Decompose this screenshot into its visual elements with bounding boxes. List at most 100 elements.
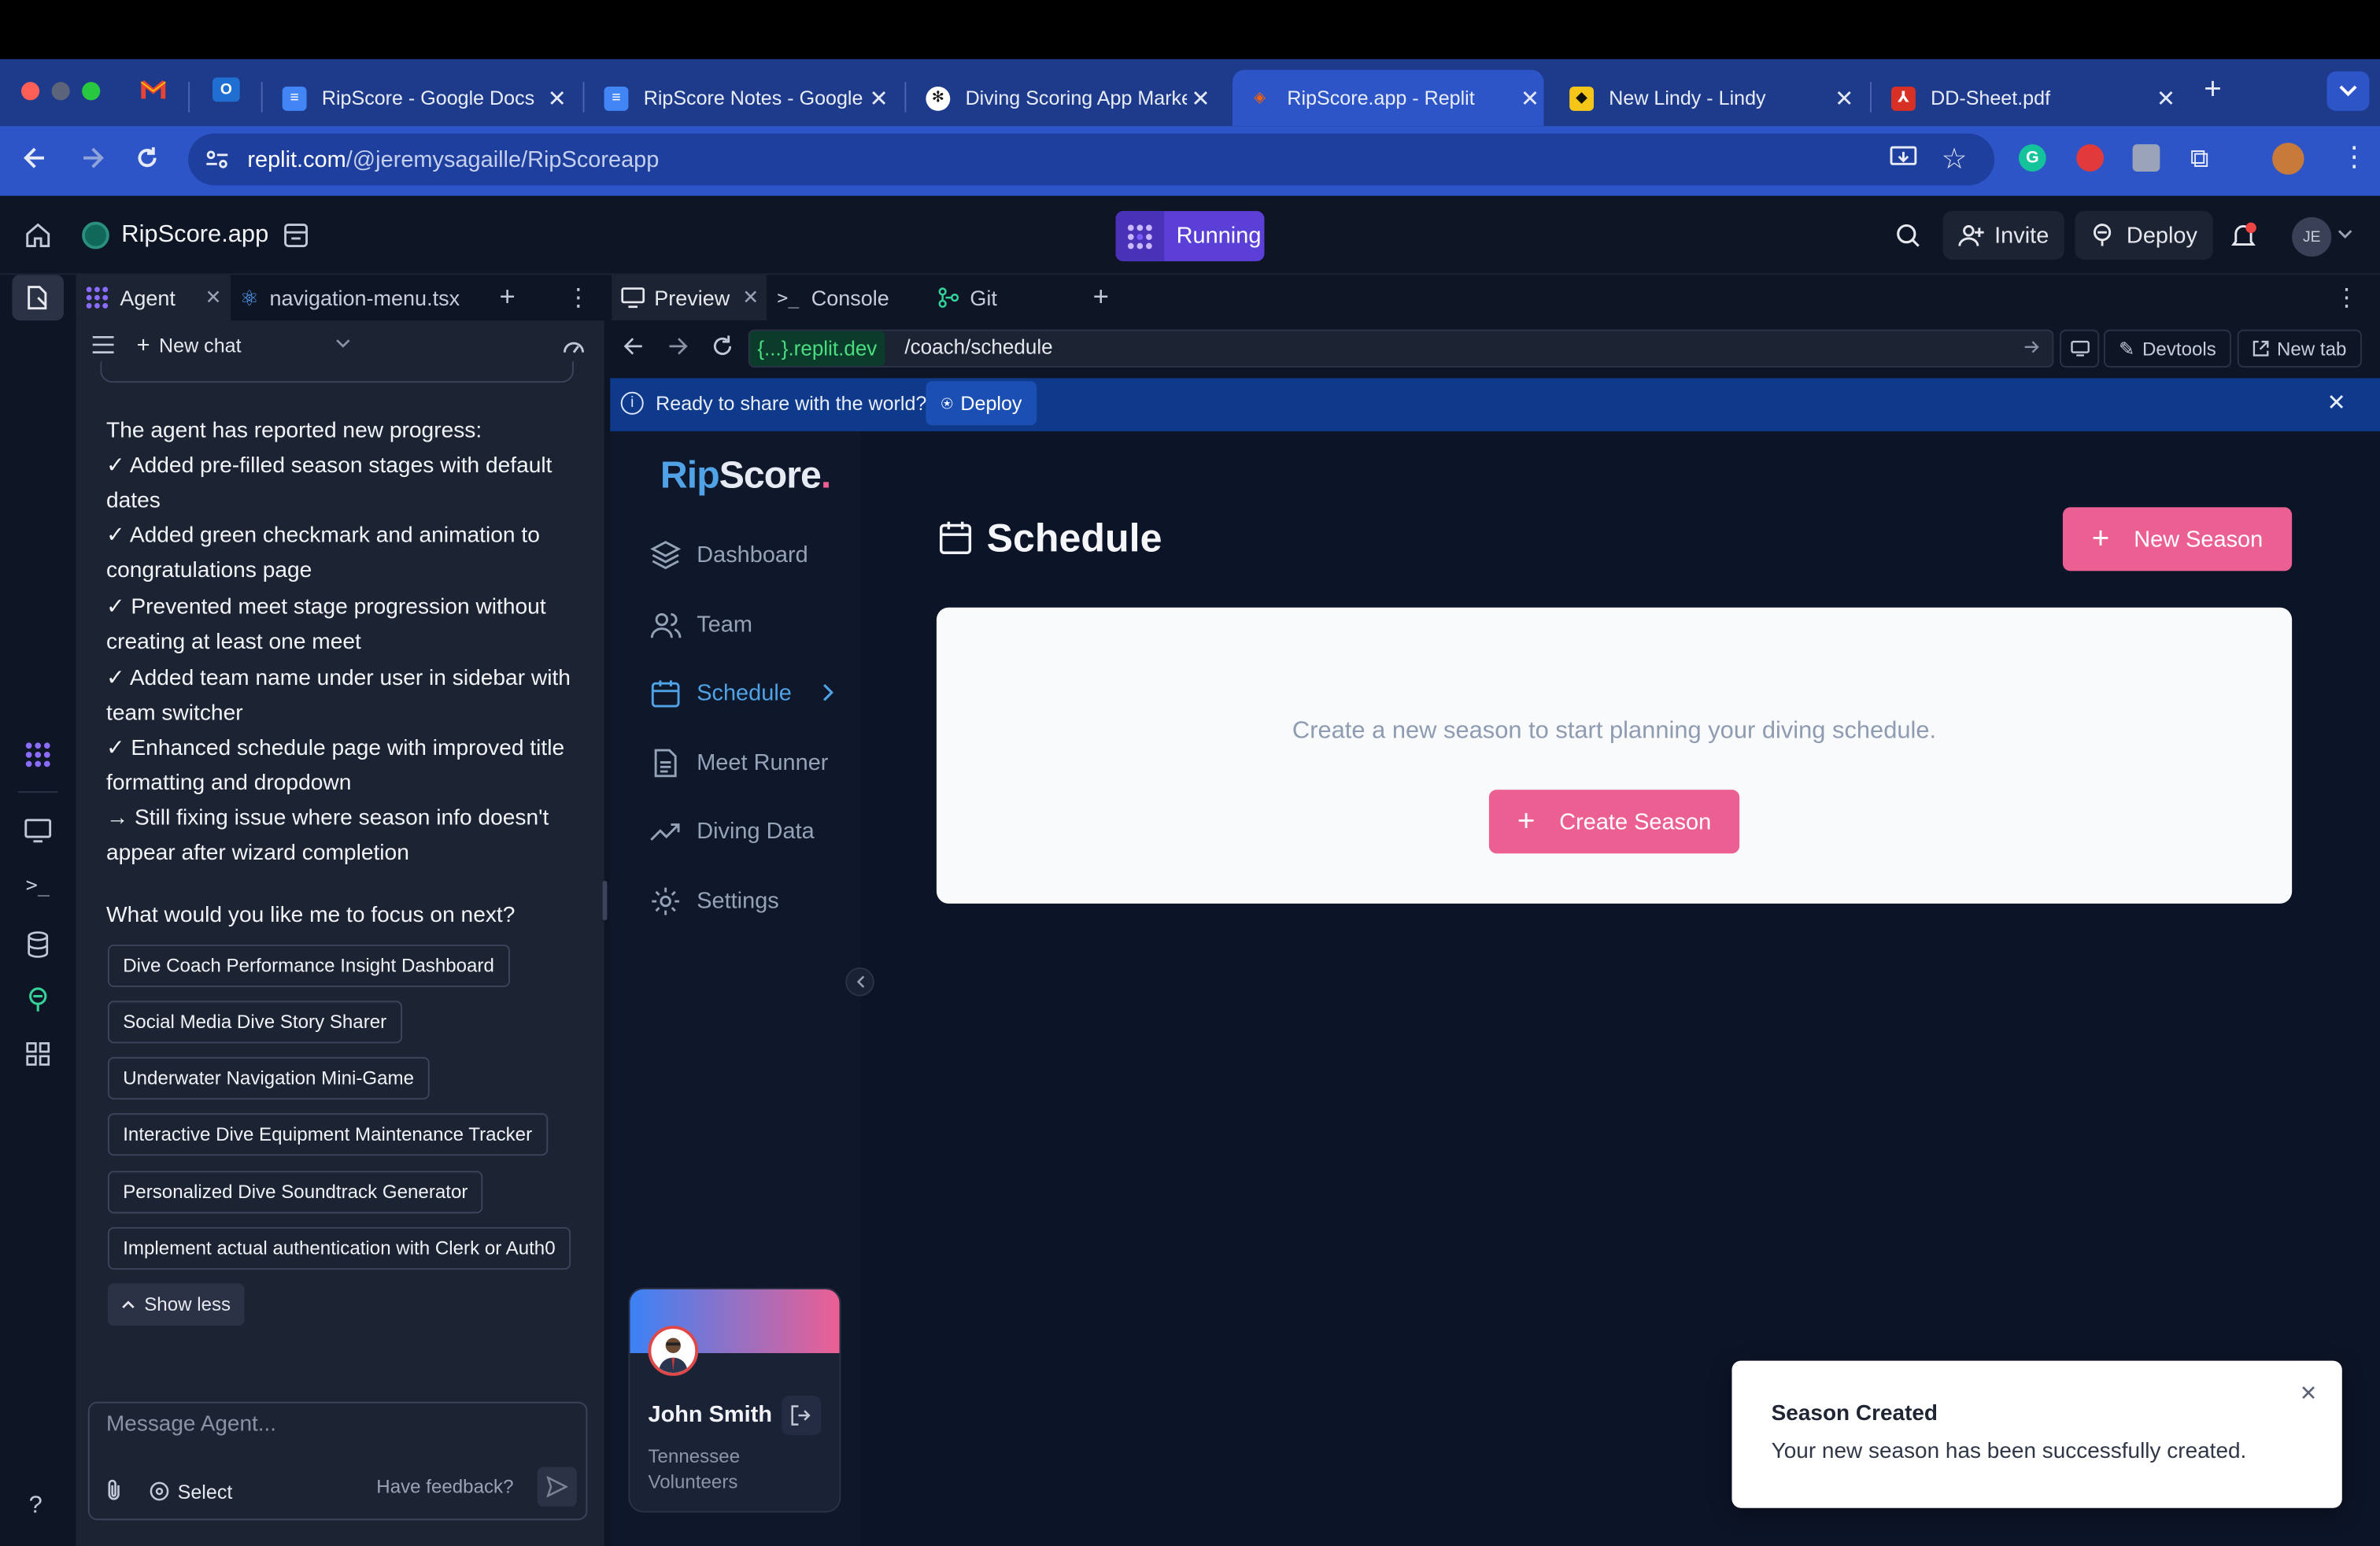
banner-deploy-button[interactable]: ⍟ Deploy — [926, 381, 1037, 426]
preview-domain-badge[interactable]: {...}.replit.dev — [749, 331, 885, 366]
preview-reload-icon[interactable] — [711, 334, 735, 358]
preview-forward-icon[interactable] — [668, 335, 689, 357]
maximize-window-icon[interactable] — [82, 82, 101, 101]
logout-button[interactable] — [782, 1395, 822, 1436]
suggestion-chip[interactable]: Personalized Dive Soundtrack Generator — [107, 1171, 483, 1214]
file-tree-icon[interactable] — [283, 222, 310, 250]
attach-paperclip-icon[interactable] — [103, 1478, 124, 1502]
site-info-icon[interactable] — [203, 146, 231, 173]
pane-menu-icon[interactable]: ⋮ — [566, 283, 590, 313]
select-element-button[interactable]: Select — [149, 1478, 232, 1505]
close-tab-icon[interactable]: ✕ — [205, 286, 222, 310]
open-new-tab-button[interactable]: New tab — [2237, 329, 2362, 368]
close-window-icon[interactable] — [20, 82, 40, 101]
add-pane-tab-icon[interactable]: + — [1093, 281, 1109, 313]
tab-agent[interactable]: Agent ✕ — [76, 275, 231, 321]
pane-resize-handle[interactable] — [602, 880, 608, 921]
browser-menu-icon[interactable]: ⋮ — [2341, 142, 2368, 170]
profile-avatar[interactable] — [2272, 142, 2304, 175]
tab-console[interactable]: >_ Console — [777, 275, 889, 320]
search-icon[interactable] — [1894, 222, 1922, 250]
tab-navigation-menu[interactable]: ⚛ navigation-menu.tsx — [234, 275, 460, 320]
nav-dashboard[interactable]: Dashboard — [649, 531, 808, 577]
send-message-button[interactable] — [537, 1466, 577, 1507]
new-chat-chevron-down-icon[interactable] — [335, 338, 350, 350]
close-tab-icon[interactable]: ✕ — [1831, 84, 1858, 112]
nav-team[interactable]: Team — [649, 601, 752, 647]
extension-gray-icon[interactable] — [2132, 144, 2160, 172]
ripscore-logo[interactable]: RipScore. — [660, 454, 831, 498]
close-tab-icon[interactable]: ✕ — [543, 84, 571, 112]
forward-icon[interactable] — [79, 144, 106, 172]
tab-git[interactable]: Git — [938, 275, 997, 320]
preview-pane-menu-icon[interactable]: ⋮ — [2334, 283, 2359, 313]
grammarly-icon[interactable]: G — [2018, 144, 2046, 172]
tab-ripscore-docs[interactable]: ≡ RipScore - Google Docs ✕ — [267, 70, 571, 126]
new-tab-icon[interactable]: + — [2204, 73, 2222, 108]
tab-dd-sheet[interactable]: ⅄ DD-Sheet.pdf ✕ — [1876, 70, 2180, 126]
gmail-icon[interactable] — [139, 79, 167, 100]
close-toast-icon[interactable]: ✕ — [2300, 1381, 2318, 1407]
run-status-button[interactable]: Running — [1115, 211, 1265, 261]
preview-go-arrow-icon[interactable] — [2023, 338, 2040, 355]
invite-button[interactable]: Invite — [1942, 211, 2064, 260]
add-tab-icon[interactable]: + — [499, 281, 515, 313]
all-tools-grid-icon[interactable] — [26, 1041, 50, 1066]
agent-settings-gauge-icon[interactable] — [562, 334, 586, 355]
suggestion-chip[interactable]: Dive Coach Performance Insight Dashboard — [107, 945, 510, 988]
suggestion-chip[interactable]: Interactive Dive Equipment Maintenance T… — [107, 1113, 548, 1156]
tab-ripscore-notes[interactable]: ≡ RipScore Notes - Google Docs ✕ — [589, 70, 893, 126]
close-tab-icon[interactable]: ✕ — [2153, 84, 2180, 112]
home-icon[interactable] — [24, 222, 52, 250]
notifications-bell-icon[interactable] — [2230, 222, 2257, 250]
tab-replit-active[interactable]: ◈ RipScore.app - Replit ✕ — [1232, 69, 1544, 127]
close-tab-icon[interactable]: ✕ — [1517, 84, 1544, 112]
tab-preview[interactable]: Preview ✕ — [612, 275, 767, 321]
account-chevron-down-icon[interactable] — [2338, 227, 2352, 239]
preview-path[interactable]: /coach/schedule — [904, 335, 1052, 358]
message-agent-input[interactable]: Message Agent... — [106, 1412, 276, 1437]
user-team-switcher[interactable]: Tennessee Volunteers — [648, 1444, 740, 1495]
minimize-window-icon[interactable] — [51, 82, 70, 101]
reload-icon[interactable] — [134, 144, 161, 172]
device-toggle-button[interactable] — [2060, 329, 2100, 368]
preview-back-icon[interactable] — [623, 335, 644, 357]
agent-tool-icon[interactable] — [24, 741, 52, 768]
close-tab-icon[interactable]: ✕ — [865, 84, 893, 112]
user-avatar[interactable]: JE — [2292, 216, 2332, 257]
show-less-button[interactable]: Show less — [107, 1283, 245, 1326]
collapse-sidebar-chevron-left-icon[interactable] — [845, 967, 874, 997]
close-tab-icon[interactable]: ✕ — [742, 286, 759, 310]
deploy-button[interactable]: Deploy — [2075, 211, 2213, 260]
chat-history-list-icon[interactable] — [92, 335, 114, 353]
suggestion-chip[interactable]: Underwater Navigation Mini-Game — [107, 1056, 430, 1100]
devtools-button[interactable]: ✎ Devtools — [2103, 329, 2231, 368]
new-season-button[interactable]: + New Season — [2062, 507, 2293, 571]
close-tab-icon[interactable]: ✕ — [1187, 84, 1214, 112]
tab-lindy[interactable]: ◆ New Lindy - Lindy ✕ — [1554, 70, 1858, 126]
extensions-puzzle-icon[interactable]: ⧉ — [2190, 144, 2208, 175]
nav-diving-data[interactable]: Diving Data — [649, 808, 815, 853]
have-feedback-link[interactable]: Have feedback? — [376, 1476, 513, 1497]
suggestion-chip[interactable]: Social Media Dive Story Sharer — [107, 1000, 402, 1044]
tab-search-chevron-icon[interactable] — [2326, 71, 2370, 111]
nav-meet-runner[interactable]: Meet Runner — [649, 740, 828, 786]
shell-tool-icon[interactable]: >_ — [26, 875, 50, 897]
install-app-icon[interactable] — [1890, 146, 1917, 170]
suggestion-chip[interactable]: Implement actual authentication with Cle… — [107, 1226, 571, 1270]
outlook-icon[interactable]: O — [212, 77, 240, 102]
back-icon[interactable] — [21, 144, 49, 172]
webview-tool-icon[interactable] — [24, 819, 52, 843]
help-icon[interactable]: ? — [29, 1492, 42, 1520]
close-banner-icon[interactable]: ✕ — [2326, 389, 2345, 416]
nav-schedule[interactable]: Schedule — [649, 670, 792, 716]
extension-red-icon[interactable] — [2076, 144, 2104, 172]
files-tool-icon[interactable] — [12, 275, 64, 321]
database-tool-icon[interactable] — [26, 931, 50, 959]
new-chat-button[interactable]: + New chat — [137, 331, 242, 359]
project-name[interactable]: RipScore.app — [82, 217, 268, 253]
bookmark-star-icon[interactable]: ☆ — [1942, 142, 1968, 177]
create-season-button[interactable]: + Create Season — [1488, 790, 1740, 854]
deployments-tool-icon[interactable] — [24, 986, 52, 1013]
tab-diving-scoring[interactable]: ✻ Diving Scoring App Market ✕ — [911, 70, 1214, 126]
